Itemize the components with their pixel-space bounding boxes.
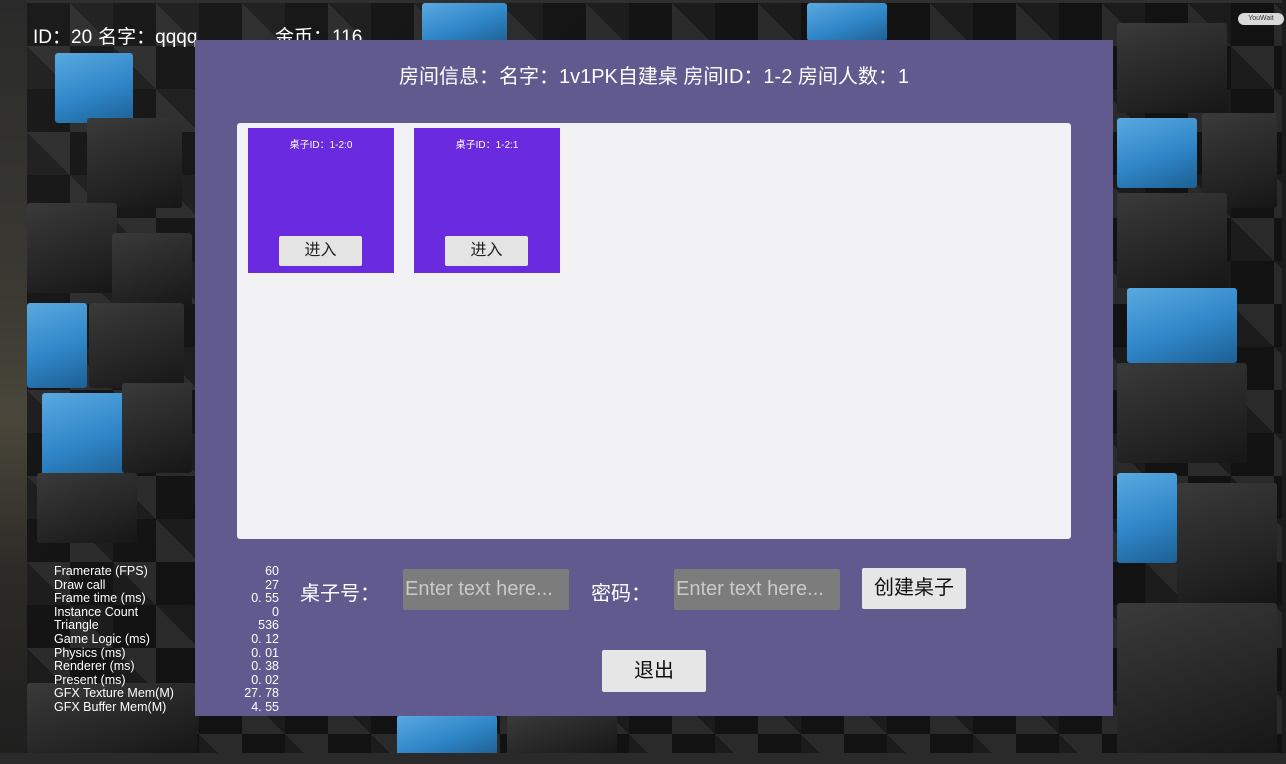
table-number-label: 桌子号： bbox=[300, 583, 380, 605]
stat-name: Draw call bbox=[54, 577, 106, 592]
stat-name: Instance Count bbox=[54, 604, 139, 619]
stat-name: GFX Texture Mem(M) bbox=[54, 686, 174, 701]
stat-row: Physics (ms) 0. 01 bbox=[54, 645, 279, 661]
background-cube bbox=[27, 303, 87, 388]
stat-name: GFX Buffer Mem(M) bbox=[54, 699, 167, 714]
background-cube bbox=[422, 3, 507, 43]
stat-row: Instance Count 0 bbox=[54, 604, 279, 620]
room-info-title: 房间信息：名字：1v1PK自建桌 房间ID：1-2 房间人数：1 bbox=[398, 66, 910, 88]
table-id-label: 桌子ID：1-2:1 bbox=[455, 140, 519, 151]
background-cube bbox=[397, 715, 497, 753]
background-cube bbox=[1117, 473, 1177, 563]
stat-name: Game Logic (ms) bbox=[54, 631, 150, 646]
stat-value: 0. 02 bbox=[251, 672, 279, 687]
background-cube bbox=[507, 715, 617, 753]
table-number-input[interactable]: Enter text here... bbox=[403, 569, 569, 610]
table-card: 桌子ID：1-2:1 进入 bbox=[414, 128, 560, 273]
background-cube bbox=[1177, 483, 1277, 603]
background-cube bbox=[1117, 603, 1277, 753]
stat-row: Present (ms) 0. 02 bbox=[54, 672, 279, 688]
password-input[interactable]: Enter text here... bbox=[674, 569, 840, 610]
stat-value: 60 bbox=[265, 564, 279, 578]
window-frame-right bbox=[1282, 0, 1286, 764]
background-cube bbox=[112, 233, 192, 308]
background-cube bbox=[42, 393, 132, 478]
stat-value: 27. 78 bbox=[244, 686, 279, 701]
stat-value: 0 bbox=[272, 604, 279, 619]
background-cube bbox=[122, 383, 192, 473]
background-cube bbox=[37, 473, 137, 543]
stat-row: Triangle 536 bbox=[54, 619, 279, 633]
stat-row: Draw call 27 bbox=[54, 577, 279, 593]
stat-name: Frame time (ms) bbox=[54, 591, 146, 606]
player-name: 名字：qqqq bbox=[98, 27, 198, 48]
performance-stats: Framerate (FPS) 60 Draw call 27 Frame time… bbox=[54, 564, 279, 715]
stat-value: 27 bbox=[265, 577, 279, 592]
stat-name: Present (ms) bbox=[54, 672, 126, 687]
background-cube bbox=[1117, 193, 1227, 288]
stat-name: Physics (ms) bbox=[54, 645, 126, 660]
password-label: 密码： bbox=[591, 583, 651, 605]
stat-row: Game Logic (ms) 0. 12 bbox=[54, 631, 279, 647]
window-frame-left bbox=[0, 0, 27, 764]
table-list: 桌子ID：1-2:0 进入 桌子ID：1-2:1 进入 bbox=[237, 123, 1071, 539]
stat-value: 0. 01 bbox=[251, 645, 279, 660]
stat-row: GFX Texture Mem(M) 27. 78 bbox=[54, 687, 279, 701]
stat-value: 0. 38 bbox=[251, 659, 279, 674]
stat-row: GFX Buffer Mem(M) 4. 55 bbox=[54, 699, 279, 715]
background-cube bbox=[1117, 363, 1247, 463]
background-cube bbox=[27, 203, 117, 293]
stat-value: 536 bbox=[258, 618, 279, 633]
stat-value: 0. 12 bbox=[251, 631, 279, 646]
enter-table-button[interactable]: 进入 bbox=[445, 236, 528, 266]
background-cube bbox=[1117, 118, 1197, 188]
stat-row: Frame time (ms) 0. 55 bbox=[54, 592, 279, 606]
background-cube bbox=[1127, 288, 1237, 363]
background-cube bbox=[807, 3, 887, 41]
corner-button[interactable]: YouWait bbox=[1238, 13, 1284, 25]
enter-table-button[interactable]: 进入 bbox=[279, 236, 362, 266]
stat-row: Framerate (FPS) 60 bbox=[54, 564, 279, 579]
stat-value: 0. 55 bbox=[251, 591, 279, 606]
background-cube bbox=[89, 303, 184, 388]
stat-name: Triangle bbox=[54, 618, 99, 633]
exit-button[interactable]: 退出 bbox=[602, 650, 706, 692]
window-frame-bottom bbox=[0, 753, 1286, 764]
create-table-button[interactable]: 创建桌子 bbox=[862, 568, 966, 609]
player-info: ID：20 名字：qqqq bbox=[33, 22, 203, 49]
room-panel: 房间信息：名字：1v1PK自建桌 房间ID：1-2 房间人数：1 桌子ID：1-… bbox=[195, 40, 1113, 716]
stat-name: Framerate (FPS) bbox=[54, 564, 148, 578]
player-id: ID：20 bbox=[33, 27, 93, 48]
stat-row: Renderer (ms) 0. 38 bbox=[54, 660, 279, 674]
stat-value: 4. 55 bbox=[251, 699, 279, 714]
table-id-label: 桌子ID：1-2:0 bbox=[289, 140, 353, 151]
stat-name: Renderer (ms) bbox=[54, 659, 135, 674]
background-cube bbox=[87, 118, 182, 208]
table-card: 桌子ID：1-2:0 进入 bbox=[248, 128, 394, 273]
background-cube bbox=[55, 53, 133, 123]
background-cube bbox=[1117, 23, 1227, 113]
